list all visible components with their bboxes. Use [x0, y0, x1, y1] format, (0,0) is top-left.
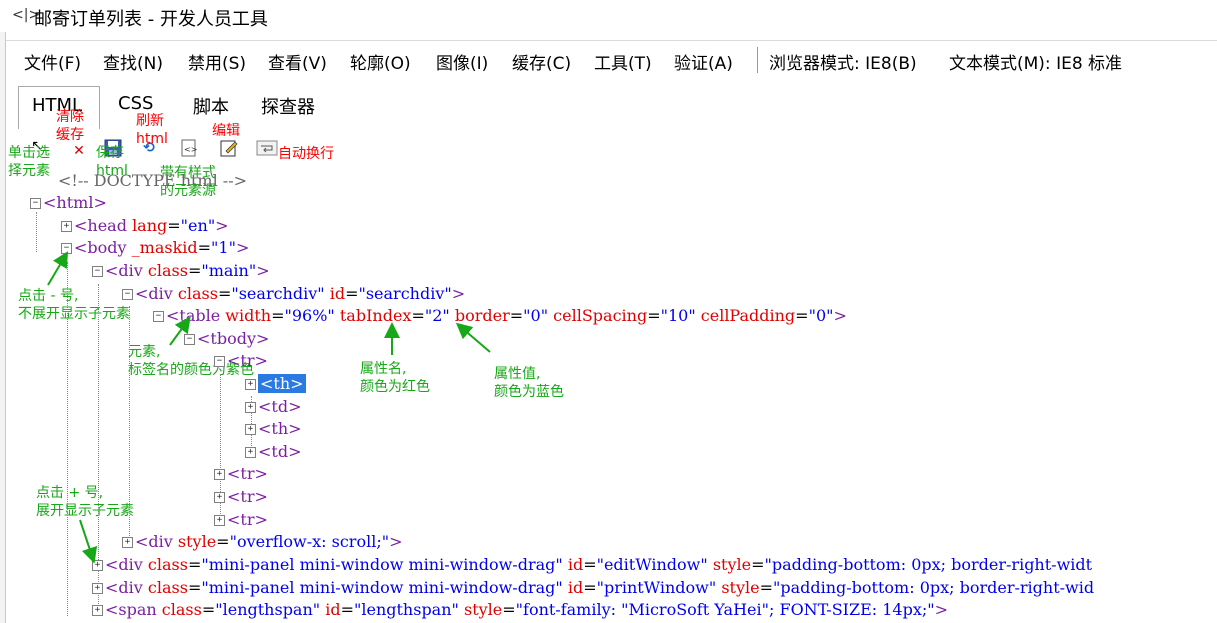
- tree-node-tr[interactable]: + <tr>: [214, 509, 268, 531]
- tree-node-div-scroll[interactable]: + <div style="overflow-x: scroll;">: [122, 531, 402, 553]
- tree-guide-line: [67, 262, 68, 616]
- tree-guide-line: [129, 306, 130, 542]
- tree-node-tbody[interactable]: − <tbody>: [184, 328, 269, 350]
- collapse-toggle[interactable]: −: [214, 356, 225, 367]
- tree-node-div-printwindow[interactable]: + <div class="mini-panel mini-window mini…: [92, 577, 1094, 599]
- expand-toggle[interactable]: +: [214, 492, 225, 503]
- expand-toggle[interactable]: +: [245, 379, 256, 390]
- collapse-toggle[interactable]: −: [122, 289, 133, 300]
- tree-node-html[interactable]: − <html>: [30, 192, 107, 214]
- expand-toggle[interactable]: +: [92, 605, 103, 616]
- tree-guide-line: [36, 212, 37, 252]
- collapse-toggle[interactable]: −: [30, 198, 41, 209]
- expand-toggle[interactable]: +: [122, 537, 133, 548]
- collapse-toggle[interactable]: −: [92, 266, 103, 277]
- dom-tree: <!-- DOCTYPE html --> − <html> + <head lan…: [0, 0, 1217, 623]
- tree-node-td[interactable]: + <td>: [245, 396, 301, 418]
- expand-toggle[interactable]: +: [61, 221, 72, 232]
- expand-toggle[interactable]: +: [92, 560, 103, 571]
- tree-node-th-selected[interactable]: + <th>: [245, 373, 306, 395]
- tree-node-div-editwindow[interactable]: + <div class="mini-panel mini-window mini…: [92, 554, 1092, 576]
- tree-node-doctype[interactable]: <!-- DOCTYPE html -->: [58, 170, 247, 192]
- tree-node-tr[interactable]: + <tr>: [214, 463, 268, 485]
- expand-toggle[interactable]: +: [214, 515, 225, 526]
- expand-toggle[interactable]: +: [245, 402, 256, 413]
- tree-node-span-lengthspan[interactable]: + <span class="lengthspan" id="lengthspan…: [92, 599, 948, 621]
- expand-toggle[interactable]: +: [245, 424, 256, 435]
- tree-node-th[interactable]: + <th>: [245, 418, 302, 440]
- collapse-toggle[interactable]: −: [184, 334, 195, 345]
- tree-node-head[interactable]: + <head lang="en">: [61, 215, 229, 237]
- expand-toggle[interactable]: +: [245, 447, 256, 458]
- tree-node-div-searchdiv[interactable]: − <div class="searchdiv" id="searchdiv">: [122, 283, 465, 305]
- expand-toggle[interactable]: +: [92, 583, 103, 594]
- tree-node-td[interactable]: + <td>: [245, 441, 301, 463]
- tree-node-body[interactable]: − <body _maskid="1">: [61, 237, 249, 259]
- tree-node-tr[interactable]: + <tr>: [214, 486, 268, 508]
- expand-toggle[interactable]: +: [214, 469, 225, 480]
- collapse-toggle[interactable]: −: [153, 311, 164, 322]
- collapse-toggle[interactable]: −: [61, 243, 72, 254]
- tree-node-div-main[interactable]: − <div class="main">: [92, 260, 270, 282]
- tree-node-tr[interactable]: − <tr>: [214, 350, 268, 372]
- tree-node-table[interactable]: − <table width="96%" tabIndex="2" border=…: [153, 305, 847, 327]
